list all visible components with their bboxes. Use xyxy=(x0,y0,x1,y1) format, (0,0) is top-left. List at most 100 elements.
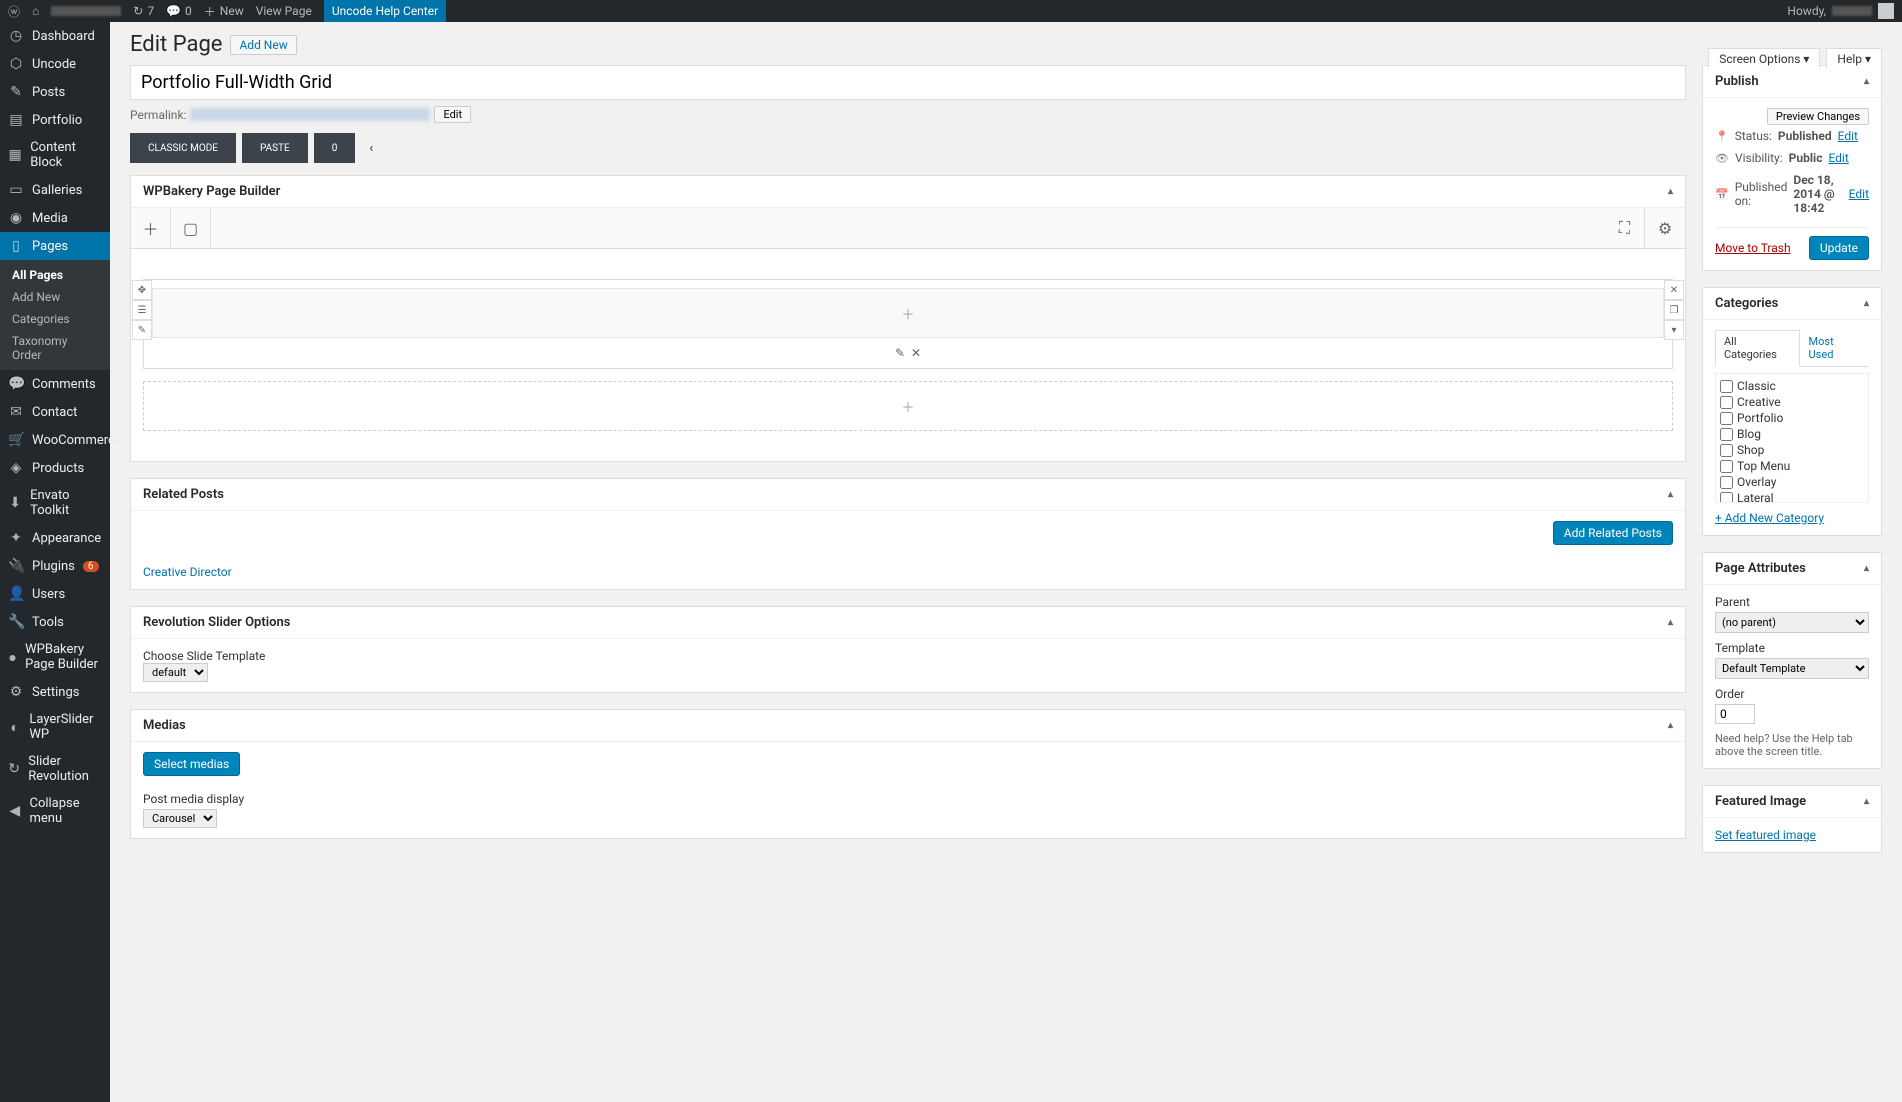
post-title-input[interactable] xyxy=(130,65,1686,100)
add-related-button[interactable]: Add Related Posts xyxy=(1553,521,1673,545)
wp-logo-icon[interactable]: ⓦ xyxy=(8,3,20,20)
submenu-item-taxonomy-order[interactable]: Taxonomy Order xyxy=(0,330,110,366)
builder-row[interactable]: ✥ ☰ ✎ ✕ ❐ ▾ ＋ ✎ xyxy=(143,279,1673,369)
submenu-item-add-new[interactable]: Add New xyxy=(0,286,110,308)
category-checkbox[interactable] xyxy=(1720,396,1733,409)
sidebar-item-tools[interactable]: 🔧Tools xyxy=(0,608,110,636)
set-featured-link[interactable]: Set featured image xyxy=(1715,828,1816,842)
add-new-button[interactable]: Add New xyxy=(230,35,296,55)
preview-button[interactable]: Preview Changes xyxy=(1767,108,1869,125)
collapse-icon[interactable]: ▴ xyxy=(1864,76,1869,87)
category-checkbox[interactable] xyxy=(1720,412,1733,425)
row-edit-icon[interactable]: ✎ xyxy=(895,346,905,360)
edit-permalink-button[interactable]: Edit xyxy=(434,106,471,123)
sidebar-item-envato-toolkit[interactable]: ⬇Envato Toolkit xyxy=(0,482,110,524)
add-row-placeholder[interactable]: ＋ xyxy=(143,381,1673,431)
sidebar-item-woocommerce[interactable]: 🛒WooCommerce xyxy=(0,426,110,454)
edit-visibility-link[interactable]: Edit xyxy=(1828,151,1848,165)
media-display-select[interactable]: Carousel xyxy=(143,809,217,828)
edit-status-link[interactable]: Edit xyxy=(1838,129,1858,143)
category-checkbox[interactable] xyxy=(1720,492,1733,504)
sidebar-item-products[interactable]: ◈Products xyxy=(0,454,110,482)
collapse-icon[interactable]: ▴ xyxy=(1864,298,1869,309)
close-icon[interactable]: ✕ xyxy=(1664,280,1684,300)
sidebar-item-galleries[interactable]: ▭Galleries xyxy=(0,176,110,204)
sidebar-item-content-block[interactable]: ▦Content Block xyxy=(0,134,110,176)
category-item-creative[interactable]: Creative xyxy=(1720,394,1864,410)
screen-options-tab[interactable]: Screen Options ▾ xyxy=(1708,48,1820,69)
sidebar-item-posts[interactable]: ✎Posts xyxy=(0,78,110,106)
collapse-icon[interactable]: ▴ xyxy=(1864,563,1869,574)
help-tab[interactable]: Help ▾ xyxy=(1826,48,1882,69)
edit-date-link[interactable]: Edit xyxy=(1849,187,1869,201)
sidebar-item-pages[interactable]: ▯Pages xyxy=(0,232,110,260)
move-icon[interactable]: ✥ xyxy=(132,280,152,300)
sidebar-item-contact[interactable]: ✉Contact xyxy=(0,398,110,426)
category-item-lateral[interactable]: Lateral xyxy=(1720,490,1864,503)
add-category-link[interactable]: + Add New Category xyxy=(1715,511,1824,525)
category-checkbox[interactable] xyxy=(1720,380,1733,393)
zero-button[interactable]: 0 xyxy=(314,133,356,163)
sidebar-item-slider-revolution[interactable]: ↻Slider Revolution xyxy=(0,748,110,790)
category-checkbox[interactable] xyxy=(1720,428,1733,441)
sidebar-item-portfolio[interactable]: ▤Portfolio xyxy=(0,106,110,134)
update-button[interactable]: Update xyxy=(1809,236,1869,260)
sidebar-item-comments[interactable]: 💬Comments xyxy=(0,370,110,398)
category-item-blog[interactable]: Blog xyxy=(1720,426,1864,442)
username-blurred[interactable] xyxy=(1832,6,1872,16)
paste-button[interactable]: PASTE xyxy=(242,133,308,163)
category-item-shop[interactable]: Shop xyxy=(1720,442,1864,458)
updates-item[interactable]: ↻ 7 xyxy=(133,4,154,18)
collapse-icon[interactable]: ▴ xyxy=(1668,489,1673,500)
trash-link[interactable]: Move to Trash xyxy=(1715,241,1791,255)
new-content[interactable]: ＋ New xyxy=(204,3,244,20)
parent-select[interactable]: (no parent) xyxy=(1715,612,1869,633)
sidebar-item-layerslider-wp[interactable]: ◐LayerSlider WP xyxy=(0,706,110,748)
view-page-link[interactable]: View Page xyxy=(256,4,312,18)
fullscreen-icon[interactable]: ⛶ xyxy=(1605,208,1645,248)
sidebar-item-uncode[interactable]: ⬡Uncode xyxy=(0,50,110,78)
category-checkbox[interactable] xyxy=(1720,444,1733,457)
submenu-item-all-pages[interactable]: All Pages xyxy=(0,264,110,286)
row-column-empty[interactable]: ＋ xyxy=(152,288,1664,338)
site-name-blurred[interactable] xyxy=(51,6,121,16)
sidebar-item-collapse-menu[interactable]: ◀Collapse menu xyxy=(0,790,110,832)
category-checkbox[interactable] xyxy=(1720,460,1733,473)
category-item-portfolio[interactable]: Portfolio xyxy=(1720,410,1864,426)
category-item-overlay[interactable]: Overlay xyxy=(1720,474,1864,490)
edit-icon[interactable]: ✎ xyxy=(132,320,152,340)
submenu-item-categories[interactable]: Categories xyxy=(0,308,110,330)
category-list[interactable]: ClassicCreativePortfolioBlogShopTop Menu… xyxy=(1715,373,1869,503)
category-checkbox[interactable] xyxy=(1720,476,1733,489)
template-button[interactable]: ▢ xyxy=(171,208,211,248)
sidebar-item-dashboard[interactable]: ◷Dashboard xyxy=(0,22,110,50)
gear-icon[interactable]: ⚙ xyxy=(1645,208,1685,248)
tab-most-used[interactable]: Most Used xyxy=(1800,330,1869,366)
slide-template-select[interactable]: default xyxy=(143,663,208,682)
help-center-link[interactable]: Uncode Help Center xyxy=(324,0,446,22)
avatar[interactable] xyxy=(1878,3,1894,19)
category-item-top-menu[interactable]: Top Menu xyxy=(1720,458,1864,474)
sidebar-item-plugins[interactable]: 🔌Plugins6 xyxy=(0,552,110,580)
collapse-icon[interactable]: ▴ xyxy=(1668,186,1673,197)
collapse-icon[interactable]: ▴ xyxy=(1668,617,1673,628)
comments-item[interactable]: 💬 0 xyxy=(166,4,192,18)
add-element-button[interactable]: ＋ xyxy=(131,208,171,248)
order-input[interactable] xyxy=(1715,704,1755,724)
select-medias-button[interactable]: Select medias xyxy=(143,752,240,776)
sidebar-item-appearance[interactable]: ✦Appearance xyxy=(0,524,110,552)
collapse-icon[interactable]: ▴ xyxy=(1668,720,1673,731)
sidebar-item-users[interactable]: 👤Users xyxy=(0,580,110,608)
sidebar-item-settings[interactable]: ⚙Settings xyxy=(0,678,110,706)
row-delete-icon[interactable]: ✕ xyxy=(911,346,921,360)
collapse-icon[interactable]: ▴ xyxy=(1864,796,1869,807)
sidebar-item-media[interactable]: ◉Media xyxy=(0,204,110,232)
tab-all-categories[interactable]: All Categories xyxy=(1715,330,1800,367)
related-link[interactable]: Creative Director xyxy=(143,565,232,579)
clone-icon[interactable]: ❐ xyxy=(1664,300,1684,320)
columns-icon[interactable]: ☰ xyxy=(132,300,152,320)
home-icon[interactable]: ⌂ xyxy=(32,4,39,18)
classic-mode-button[interactable]: CLASSIC MODE xyxy=(130,133,236,163)
sidebar-item-wpbakery-page-builder[interactable]: ●WPBakery Page Builder xyxy=(0,636,110,678)
template-select[interactable]: Default Template xyxy=(1715,658,1869,679)
